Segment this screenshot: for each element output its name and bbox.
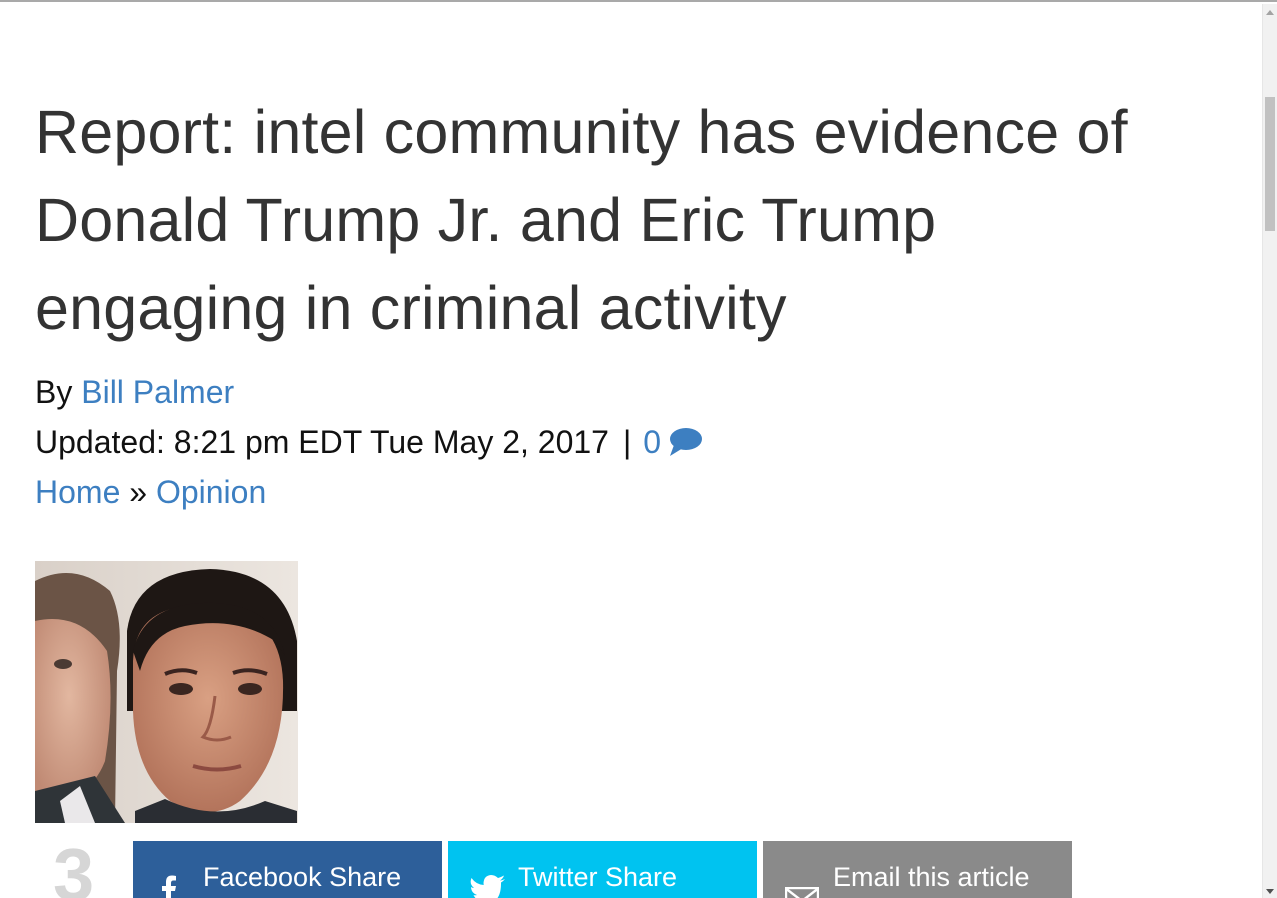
envelope-icon — [784, 867, 820, 898]
email-share-label: Email this article — [833, 862, 1030, 892]
article-title: Report: intel community has evidence of … — [35, 98, 1128, 342]
byline: By Bill Palmer — [35, 372, 234, 412]
browser-viewport: Report: intel community has evidence of … — [0, 0, 1277, 898]
updated-line: Updated: 8:21 pm EDT Tue May 2, 2017 | 0 — [35, 422, 703, 466]
comment-count-link[interactable]: 0 — [643, 424, 703, 460]
email-share-button[interactable]: Email this article — [763, 841, 1072, 898]
breadcrumb-home[interactable]: Home — [35, 474, 120, 510]
facebook-share-label: Facebook Share — [203, 862, 402, 892]
vertical-scrollbar[interactable] — [1262, 4, 1277, 898]
article-photo — [35, 561, 298, 823]
author-link[interactable]: Bill Palmer — [81, 374, 234, 410]
twitter-share-button[interactable]: Twitter Share — [448, 841, 757, 898]
comment-count: 0 — [643, 424, 662, 460]
scroll-up-arrow-icon[interactable] — [1266, 10, 1274, 15]
twitter-icon — [470, 861, 506, 898]
comment-icon — [667, 426, 703, 466]
breadcrumb-opinion[interactable]: Opinion — [156, 474, 266, 510]
breadcrumb-separator: » — [129, 474, 148, 510]
scroll-down-arrow-icon[interactable] — [1266, 889, 1274, 894]
updated-timestamp: Updated: 8:21 pm EDT Tue May 2, 2017 — [35, 424, 609, 460]
facebook-icon — [161, 861, 177, 898]
facebook-share-button[interactable]: Facebook Share — [133, 841, 442, 898]
breadcrumb: Home » Opinion — [35, 472, 266, 512]
byline-prefix: By — [35, 374, 73, 410]
share-count: 3 — [53, 833, 95, 898]
twitter-share-label: Twitter Share — [518, 862, 678, 892]
scrollbar-thumb[interactable] — [1265, 97, 1275, 231]
meta-separator: | — [622, 424, 632, 460]
